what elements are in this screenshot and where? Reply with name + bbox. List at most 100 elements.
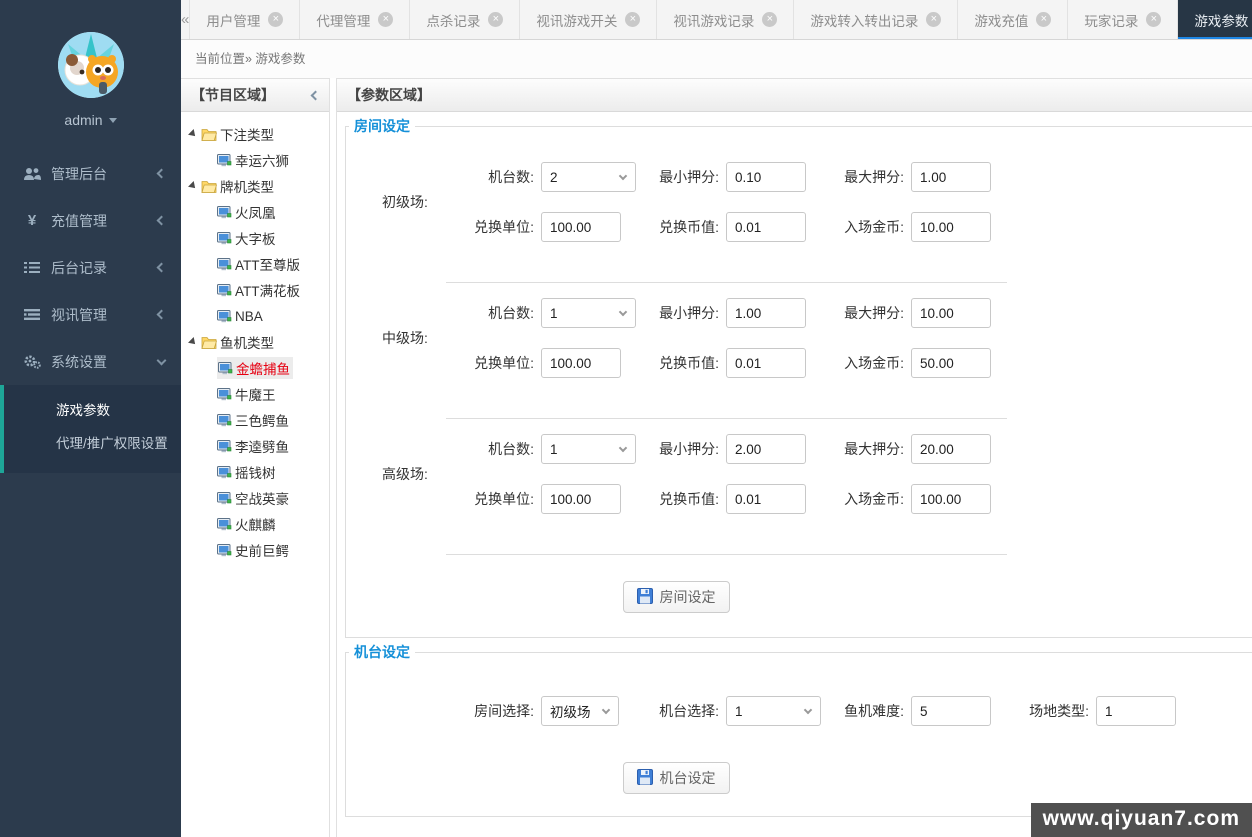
min-bet-input[interactable]	[726, 298, 806, 328]
sidebar-item-recharge[interactable]: ¥ 充值管理	[0, 197, 181, 244]
exchange-unit-input[interactable]	[541, 212, 621, 242]
tree-leaf-lucky-lions[interactable]: 幸运六狮	[187, 147, 329, 173]
difficulty-input[interactable]	[911, 696, 991, 726]
close-tab-icon[interactable]	[625, 12, 640, 27]
tree-expanded-caret-icon[interactable]	[188, 337, 198, 347]
machines-select[interactable]: 1	[541, 434, 636, 464]
tree-leaf-big-board[interactable]: 大字板	[187, 225, 329, 251]
game-monitor-icon	[217, 284, 232, 297]
room-name-label: 中级场:	[382, 328, 456, 348]
entry-coin-input[interactable]	[911, 212, 991, 242]
tree-leaf-att-supreme[interactable]: ATT至尊版	[187, 251, 329, 277]
field-type-input[interactable]	[1096, 696, 1176, 726]
tab-video-game-records[interactable]: 视讯游戏记录	[657, 0, 794, 39]
room-divider	[446, 554, 1007, 555]
exchange-unit-input[interactable]	[541, 348, 621, 378]
tree-folder-bet-type[interactable]: 下注类型	[187, 121, 329, 147]
close-tab-icon[interactable]	[1146, 12, 1161, 27]
tree-expanded-caret-icon[interactable]	[188, 181, 198, 191]
tree-leaf-golden-toad-fishing[interactable]: 金蟾捕鱼	[187, 355, 329, 381]
save-icon	[637, 769, 653, 788]
tree-leaf-money-tree[interactable]: 摇钱树	[187, 459, 329, 485]
game-tree: 下注类型 幸运六狮 牌机类型 火凤凰 大字板 ATT至尊版	[181, 112, 329, 563]
category-tree-panel: 【节目区域】 下注类型 幸运六狮 牌机类型 火凤凰	[181, 78, 330, 837]
exchange-rate-label: 兑换币值:	[641, 353, 719, 373]
room-select[interactable]: 初级场	[541, 696, 619, 726]
params-panel: 【参数区域】 房间设定 初级场: 机台数: 2 最小押分:	[336, 78, 1252, 837]
close-tab-icon[interactable]	[926, 12, 941, 27]
close-tab-icon[interactable]	[378, 12, 393, 27]
machine-select[interactable]: 1	[726, 696, 821, 726]
exchange-unit-label: 兑换单位:	[456, 217, 534, 237]
room-name-label: 高级场:	[382, 464, 456, 484]
exchange-rate-label: 兑换币值:	[641, 489, 719, 509]
machine-settings-save-button[interactable]: 机台设定	[623, 762, 730, 794]
tab-transfer-records[interactable]: 游戏转入转出记录	[794, 0, 958, 39]
sidebar-item-system-settings[interactable]: 系统设置	[0, 338, 181, 385]
exchange-unit-label: 兑换单位:	[456, 489, 534, 509]
tabs-collapse-button[interactable]: «	[181, 0, 190, 39]
sidebar-item-backend-records[interactable]: 后台记录	[0, 244, 181, 291]
sidebar-item-video-manage[interactable]: 视讯管理	[0, 291, 181, 338]
tree-leaf-fire-phoenix[interactable]: 火凤凰	[187, 199, 329, 225]
machines-label: 机台数:	[456, 439, 534, 459]
machines-select[interactable]: 2	[541, 162, 636, 192]
tree-leaf-att-fullflower[interactable]: ATT满花板	[187, 277, 329, 303]
exchange-rate-input[interactable]	[726, 484, 806, 514]
select-chevron-icon	[619, 307, 627, 315]
select-chevron-icon	[602, 705, 610, 713]
room-name-label: 初级场:	[382, 192, 456, 212]
tab-agent-manage[interactable]: 代理管理	[300, 0, 410, 39]
max-bet-input[interactable]	[911, 162, 991, 192]
min-bet-input[interactable]	[726, 162, 806, 192]
tree-expanded-caret-icon[interactable]	[188, 129, 198, 139]
room-select-label: 房间选择:	[456, 701, 534, 721]
close-tab-icon[interactable]	[1036, 12, 1051, 27]
tree-leaf-air-combat[interactable]: 空战英豪	[187, 485, 329, 511]
tab-game-params[interactable]: 游戏参数	[1178, 0, 1252, 39]
tab-game-recharge[interactable]: 游戏充值	[958, 0, 1068, 39]
sidebar-item-label: 管理后台	[51, 164, 158, 184]
breadcrumb: 当前位置» 游戏参数	[181, 40, 1252, 78]
tree-folder-card-machine[interactable]: 牌机类型	[187, 173, 329, 199]
panel-collapse-icon[interactable]	[311, 90, 321, 100]
min-bet-input[interactable]	[726, 434, 806, 464]
game-monitor-icon	[217, 440, 232, 453]
params-panel-title: 【参数区域】	[347, 85, 431, 105]
tab-kill-records[interactable]: 点杀记录	[410, 0, 520, 39]
max-bet-input[interactable]	[911, 298, 991, 328]
room-settings-save-button[interactable]: 房间设定	[623, 581, 730, 613]
entry-coin-input[interactable]	[911, 348, 991, 378]
exchange-rate-input[interactable]	[726, 348, 806, 378]
entry-coin-input[interactable]	[911, 484, 991, 514]
tree-leaf-prehistoric-croc[interactable]: 史前巨鳄	[187, 537, 329, 563]
entry-coin-label: 入场金币:	[826, 217, 904, 237]
game-monitor-icon	[217, 544, 232, 557]
tree-leaf-tricolor-crocodile[interactable]: 三色鳄鱼	[187, 407, 329, 433]
submenu-item-agent-permission[interactable]: 代理/推广权限设置	[4, 427, 181, 460]
tree-leaf-likui-fish[interactable]: 李逵劈鱼	[187, 433, 329, 459]
tree-leaf-nba[interactable]: NBA	[187, 303, 329, 329]
sidebar-item-admin-backend[interactable]: 管理后台	[0, 150, 181, 197]
machines-select[interactable]: 1	[541, 298, 636, 328]
tree-folder-fish-machine[interactable]: 鱼机类型	[187, 329, 329, 355]
game-monitor-icon	[217, 154, 232, 167]
list-icon	[22, 261, 42, 274]
submenu-item-game-params[interactable]: 游戏参数	[4, 394, 181, 427]
close-tab-icon[interactable]	[762, 12, 777, 27]
user-menu[interactable]: admin	[0, 112, 181, 128]
tab-player-records[interactable]: 玩家记录	[1068, 0, 1178, 39]
tab-user-manage[interactable]: 用户管理	[190, 0, 300, 39]
field-type-label: 场地类型:	[1011, 701, 1089, 721]
close-tab-icon[interactable]	[268, 12, 283, 27]
room-divider	[446, 418, 1007, 419]
tree-leaf-fire-qilin[interactable]: 火麒麟	[187, 511, 329, 537]
max-bet-input[interactable]	[911, 434, 991, 464]
tab-video-game-switch[interactable]: 视讯游戏开关	[520, 0, 657, 39]
close-tab-icon[interactable]	[488, 12, 503, 27]
tree-leaf-bull-demon[interactable]: 牛魔王	[187, 381, 329, 407]
room-block-junior: 初级场: 机台数: 2 最小押分: 最大押分:	[346, 162, 1252, 242]
exchange-unit-input[interactable]	[541, 484, 621, 514]
room-block-senior: 高级场: 机台数: 1 最小押分: 最大押分:	[346, 434, 1252, 514]
exchange-rate-input[interactable]	[726, 212, 806, 242]
